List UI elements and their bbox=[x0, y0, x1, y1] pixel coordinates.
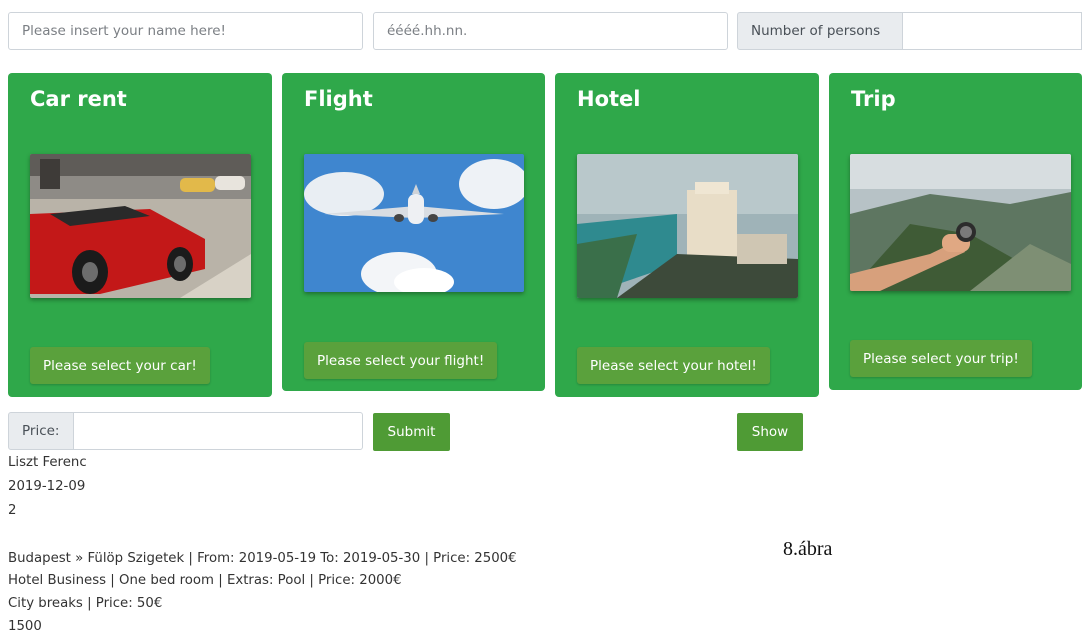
figure-caption: 8.ábra bbox=[783, 538, 833, 560]
card-title: Car rent bbox=[30, 87, 127, 111]
output-price: 1500 bbox=[8, 619, 42, 633]
show-button[interactable]: Show bbox=[737, 413, 803, 451]
price-input[interactable] bbox=[73, 412, 363, 450]
output-flight: Budapest » Fülöp Szigetek | From: 2019-0… bbox=[8, 551, 517, 566]
flight-image bbox=[304, 154, 524, 292]
persons-input[interactable] bbox=[902, 12, 1082, 50]
card-title: Flight bbox=[304, 87, 373, 111]
name-placeholder: Please insert your name here! bbox=[22, 23, 226, 39]
card-title: Hotel bbox=[577, 87, 641, 111]
select-flight-button[interactable]: Please select your flight! bbox=[304, 342, 498, 379]
output-persons: 2 bbox=[8, 503, 17, 518]
card-car-rent: Car rent Please select your car! bbox=[8, 73, 272, 397]
price-label: Price: bbox=[8, 412, 74, 450]
trip-image bbox=[850, 154, 1071, 291]
card-trip: Trip Please select your trip! bbox=[829, 73, 1082, 390]
output-hotel: Hotel Business | One bed room | Extras: … bbox=[8, 573, 402, 588]
card-title: Trip bbox=[851, 87, 896, 111]
output-name: Liszt Ferenc bbox=[8, 455, 87, 470]
output-trip: City breaks | Price: 50€ bbox=[8, 596, 163, 611]
card-hotel: Hotel Please select your hotel! bbox=[555, 73, 819, 397]
card-flight: Flight Please select your flight! bbox=[282, 73, 545, 391]
name-input[interactable]: Please insert your name here! bbox=[8, 12, 363, 50]
persons-label: Number of persons bbox=[737, 12, 903, 50]
select-car-button[interactable]: Please select your car! bbox=[30, 347, 210, 384]
car-image bbox=[30, 154, 251, 298]
hotel-image bbox=[577, 154, 798, 298]
select-trip-button[interactable]: Please select your trip! bbox=[850, 340, 1032, 377]
date-placeholder: éééé.hh.nn. bbox=[387, 23, 468, 39]
output-date: 2019-12-09 bbox=[8, 479, 86, 494]
date-input[interactable]: éééé.hh.nn. bbox=[373, 12, 728, 50]
select-hotel-button[interactable]: Please select your hotel! bbox=[577, 347, 770, 384]
submit-button[interactable]: Submit bbox=[373, 413, 450, 451]
